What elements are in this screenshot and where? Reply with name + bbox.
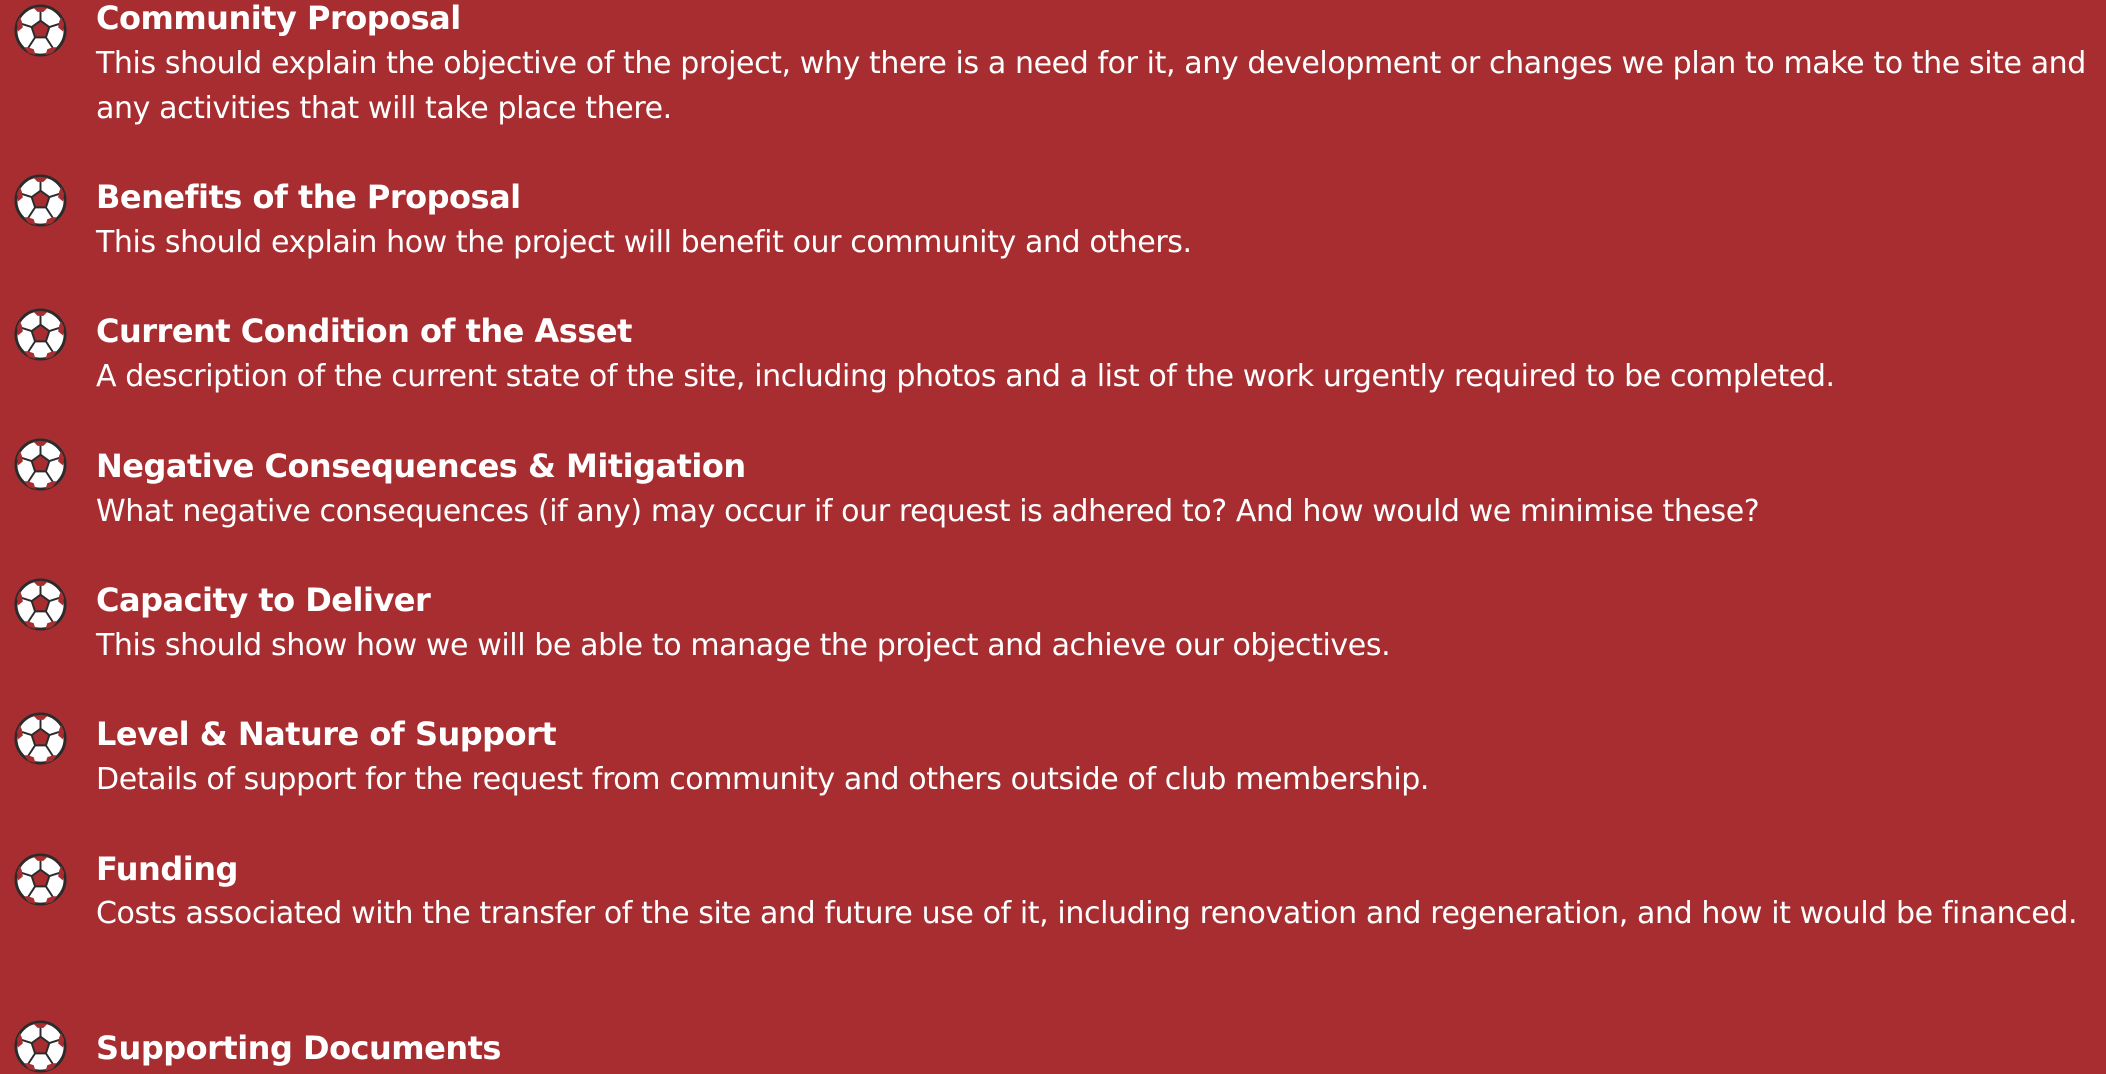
item-description: This should explain the objective of the… (96, 46, 2086, 126)
item-description: This should explain how the project will… (96, 225, 1192, 260)
item-title: Capacity to Deliver (96, 581, 431, 619)
football-icon (13, 711, 68, 766)
item-title: Supporting Documents (96, 1029, 501, 1067)
section-list: Community Proposal This should explain t… (0, 0, 2106, 1073)
item-title: Current Condition of the Asset (96, 312, 632, 350)
item-description: Costs associated with the transfer of th… (96, 896, 2078, 931)
item-title: Negative Consequences & Mitigation (96, 447, 746, 485)
item-title: Community Proposal (96, 0, 461, 37)
football-icon (13, 437, 68, 492)
football-icon (13, 3, 68, 58)
item-description: This should show how we will be able to … (96, 628, 1391, 663)
item-title: Funding (96, 850, 238, 888)
item-description: What negative consequences (if any) may … (96, 494, 1760, 529)
item-description: A description of the current state of th… (96, 359, 1835, 394)
football-icon (13, 852, 68, 907)
item-title: Benefits of the Proposal (96, 178, 521, 216)
football-icon (13, 1019, 68, 1074)
item-description: Details of support for the request from … (96, 762, 1430, 797)
item-title: Level & Nature of Support (96, 715, 557, 753)
football-icon (13, 577, 68, 632)
football-icon (13, 307, 68, 362)
football-icon (13, 173, 68, 228)
